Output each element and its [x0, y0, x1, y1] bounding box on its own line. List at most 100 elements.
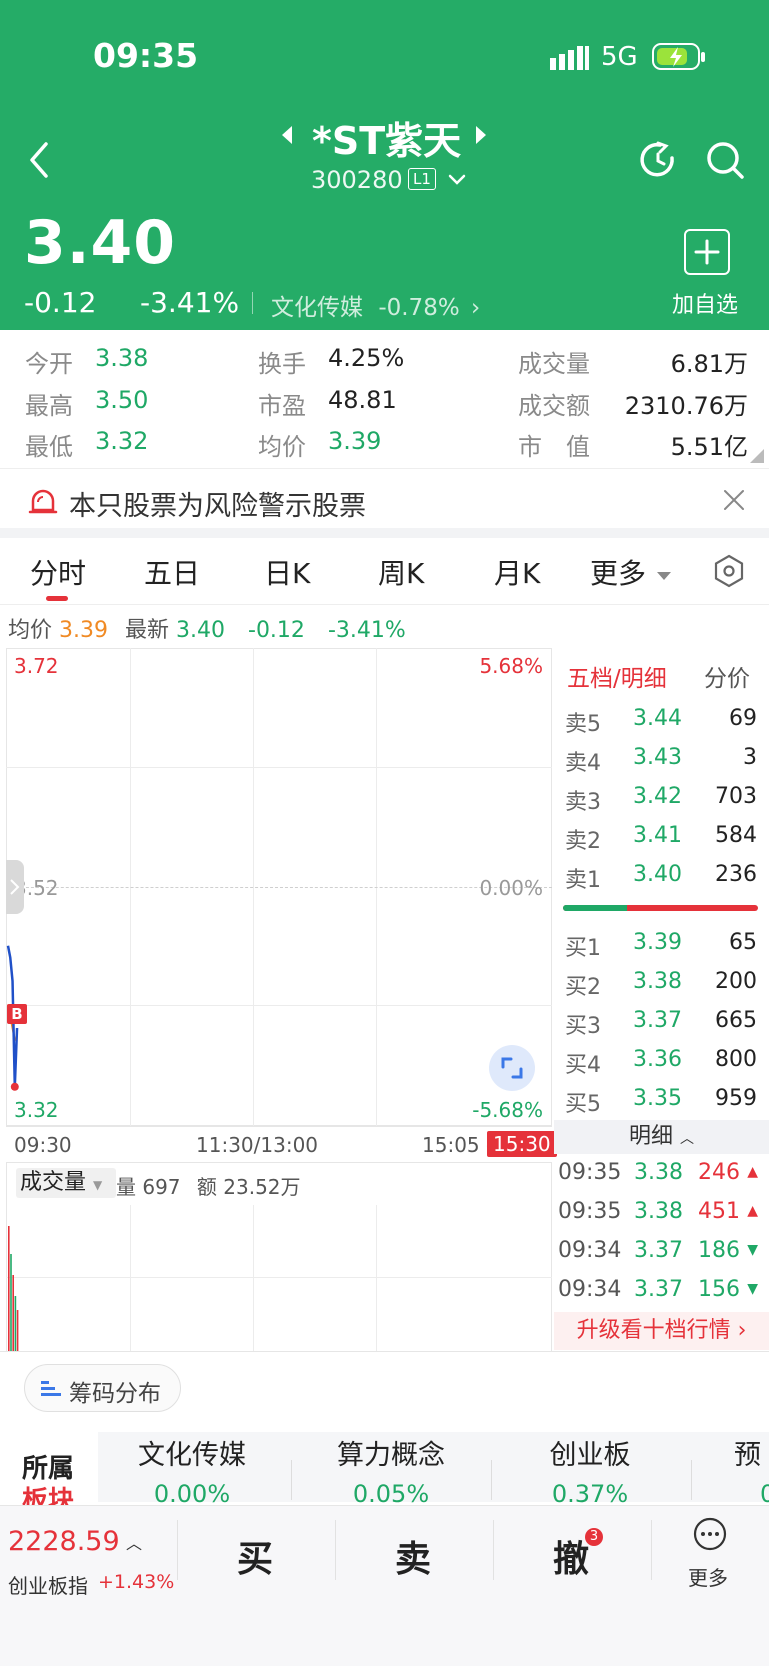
order-book-title[interactable]: 五档/明细: [567, 659, 667, 693]
sector-item-name[interactable]: 创业板: [510, 1433, 670, 1472]
bid-label: 买5: [565, 1092, 601, 1117]
by-price-tab[interactable]: 分价: [704, 659, 750, 693]
down-arrow-icon: ▼: [747, 1281, 758, 1297]
more-button[interactable]: 更多: [672, 1516, 748, 1596]
tab-active-indicator: [46, 596, 68, 601]
refresh-button[interactable]: [638, 140, 678, 180]
bid-price: 3.35: [633, 1086, 682, 1111]
chevron-up-icon: ︿: [680, 1131, 694, 1147]
tick-row: 09:34 3.37 186 ▼: [558, 1238, 758, 1263]
upgrade-banner[interactable]: 升级看十档行情 ›: [554, 1312, 769, 1350]
tab-more[interactable]: 更多: [590, 552, 646, 592]
cancel-button[interactable]: 撤: [496, 1530, 646, 1582]
sector-item-pct: 0: [760, 1480, 769, 1508]
price-change: -0.12: [24, 286, 97, 319]
stock-name: *ST紫天: [312, 119, 462, 163]
divider: [252, 292, 253, 314]
mcap-label: 市 值: [518, 433, 590, 461]
chip-distribution-label: 筹码分布: [69, 1381, 161, 1407]
tick-price: 3.37: [634, 1277, 683, 1302]
next-stock-button[interactable]: [472, 124, 488, 146]
x-label-open: 09:30: [14, 1133, 72, 1157]
add-watchlist-button[interactable]: [684, 229, 730, 275]
chevron-right-icon: ›: [471, 295, 481, 321]
sector-item-pct: 0.00%: [153, 1480, 231, 1508]
tick-qty: 156: [698, 1277, 740, 1302]
chevron-up-icon: ︿: [126, 1534, 143, 1553]
hexagon-settings-icon: [714, 554, 744, 588]
expand-handle[interactable]: [6, 860, 24, 914]
back-button[interactable]: [24, 140, 54, 180]
bid-label: 买1: [565, 936, 601, 961]
settings-button[interactable]: [714, 554, 744, 588]
chevron-right-icon: [10, 879, 20, 895]
chevron-down-icon[interactable]: [448, 172, 466, 186]
close-warning-button[interactable]: [722, 488, 746, 512]
cancel-badge: 3: [585, 1528, 603, 1546]
index-ticker[interactable]: 2228.59 ︿ 创业板指 +1.43%: [8, 1522, 178, 1602]
volume-chart[interactable]: [6, 1162, 552, 1352]
ask-price: 3.40: [633, 862, 682, 887]
sector-item-pct: 0.37%: [551, 1480, 629, 1508]
tick-qty: 451: [698, 1199, 740, 1224]
ask-label: 卖2: [565, 829, 601, 854]
open-value: 3.38: [95, 344, 149, 372]
fullscreen-button[interactable]: [489, 1045, 535, 1091]
sector-item-name[interactable]: 预: [734, 1433, 761, 1472]
sell-button[interactable]: 卖: [338, 1530, 488, 1582]
tab-daily-k[interactable]: 日K: [264, 552, 310, 592]
detail-toggle[interactable]: 明细 ︿: [554, 1120, 769, 1154]
divider: [691, 1460, 692, 1500]
ask-price: 3.41: [633, 823, 682, 848]
ask-label: 卖1: [565, 868, 601, 893]
chevron-left-icon: [30, 142, 48, 178]
grid-line: [376, 1205, 377, 1352]
tick-qty: 246: [698, 1160, 740, 1185]
grid-line: [6, 1277, 552, 1278]
price-line-svg: [6, 945, 19, 1091]
buy-button[interactable]: 买: [180, 1530, 330, 1582]
turnover-value: 4.25%: [328, 344, 405, 372]
refresh-icon: [640, 141, 674, 177]
avg-label: 均价: [258, 433, 306, 461]
divider: [291, 1460, 292, 1500]
search-button[interactable]: [705, 140, 745, 180]
volume-bar: [12, 1275, 14, 1352]
tab-five-day[interactable]: 五日: [144, 552, 200, 592]
mcap-value: 5.51亿: [670, 433, 748, 461]
search-icon: [707, 142, 744, 179]
tab-intraday[interactable]: 分时: [30, 552, 86, 592]
tab-weekly-k[interactable]: 周K: [378, 552, 424, 592]
sector-item-name[interactable]: 文化传媒: [112, 1433, 272, 1472]
chip-distribution-button[interactable]: 筹码分布: [24, 1364, 181, 1412]
divider: [0, 1351, 769, 1352]
pe-value: 48.81: [328, 386, 397, 414]
ask-price: 3.43: [633, 745, 682, 770]
avg-value: 3.39: [328, 427, 382, 455]
sector-item-name[interactable]: 算力概念: [311, 1433, 471, 1472]
network-label: 5G: [601, 42, 638, 72]
corner-fold-icon[interactable]: [750, 448, 764, 463]
price-point: [10, 1082, 19, 1091]
index-name: 创业板指: [8, 1574, 88, 1598]
chat-more-icon: [693, 1517, 727, 1551]
volume-bar: [14, 1296, 17, 1352]
detail-label: 明细: [628, 1124, 673, 1149]
sector-name: 文化传媒: [271, 295, 363, 321]
bid-qty: 65: [729, 930, 757, 955]
sector-link[interactable]: 文化传媒 -0.78% ›: [271, 288, 480, 322]
fullscreen-icon: [501, 1057, 523, 1079]
bid-ratio-fill: [563, 905, 628, 911]
prev-stock-button[interactable]: [280, 124, 296, 146]
add-watchlist-label[interactable]: 加自选: [672, 287, 738, 319]
tab-monthly-k[interactable]: 月K: [494, 552, 540, 592]
volume-bars-svg: [8, 1226, 19, 1352]
bid-label: 买4: [565, 1053, 601, 1078]
volume-value: 6.81万: [670, 350, 748, 378]
ask-qty: 703: [715, 784, 757, 809]
bid-price: 3.36: [633, 1047, 682, 1072]
chart-latest-label: 最新: [125, 618, 170, 643]
divider: [491, 1460, 492, 1500]
down-arrow-icon: ▼: [747, 1242, 758, 1258]
divider: [493, 1520, 494, 1580]
